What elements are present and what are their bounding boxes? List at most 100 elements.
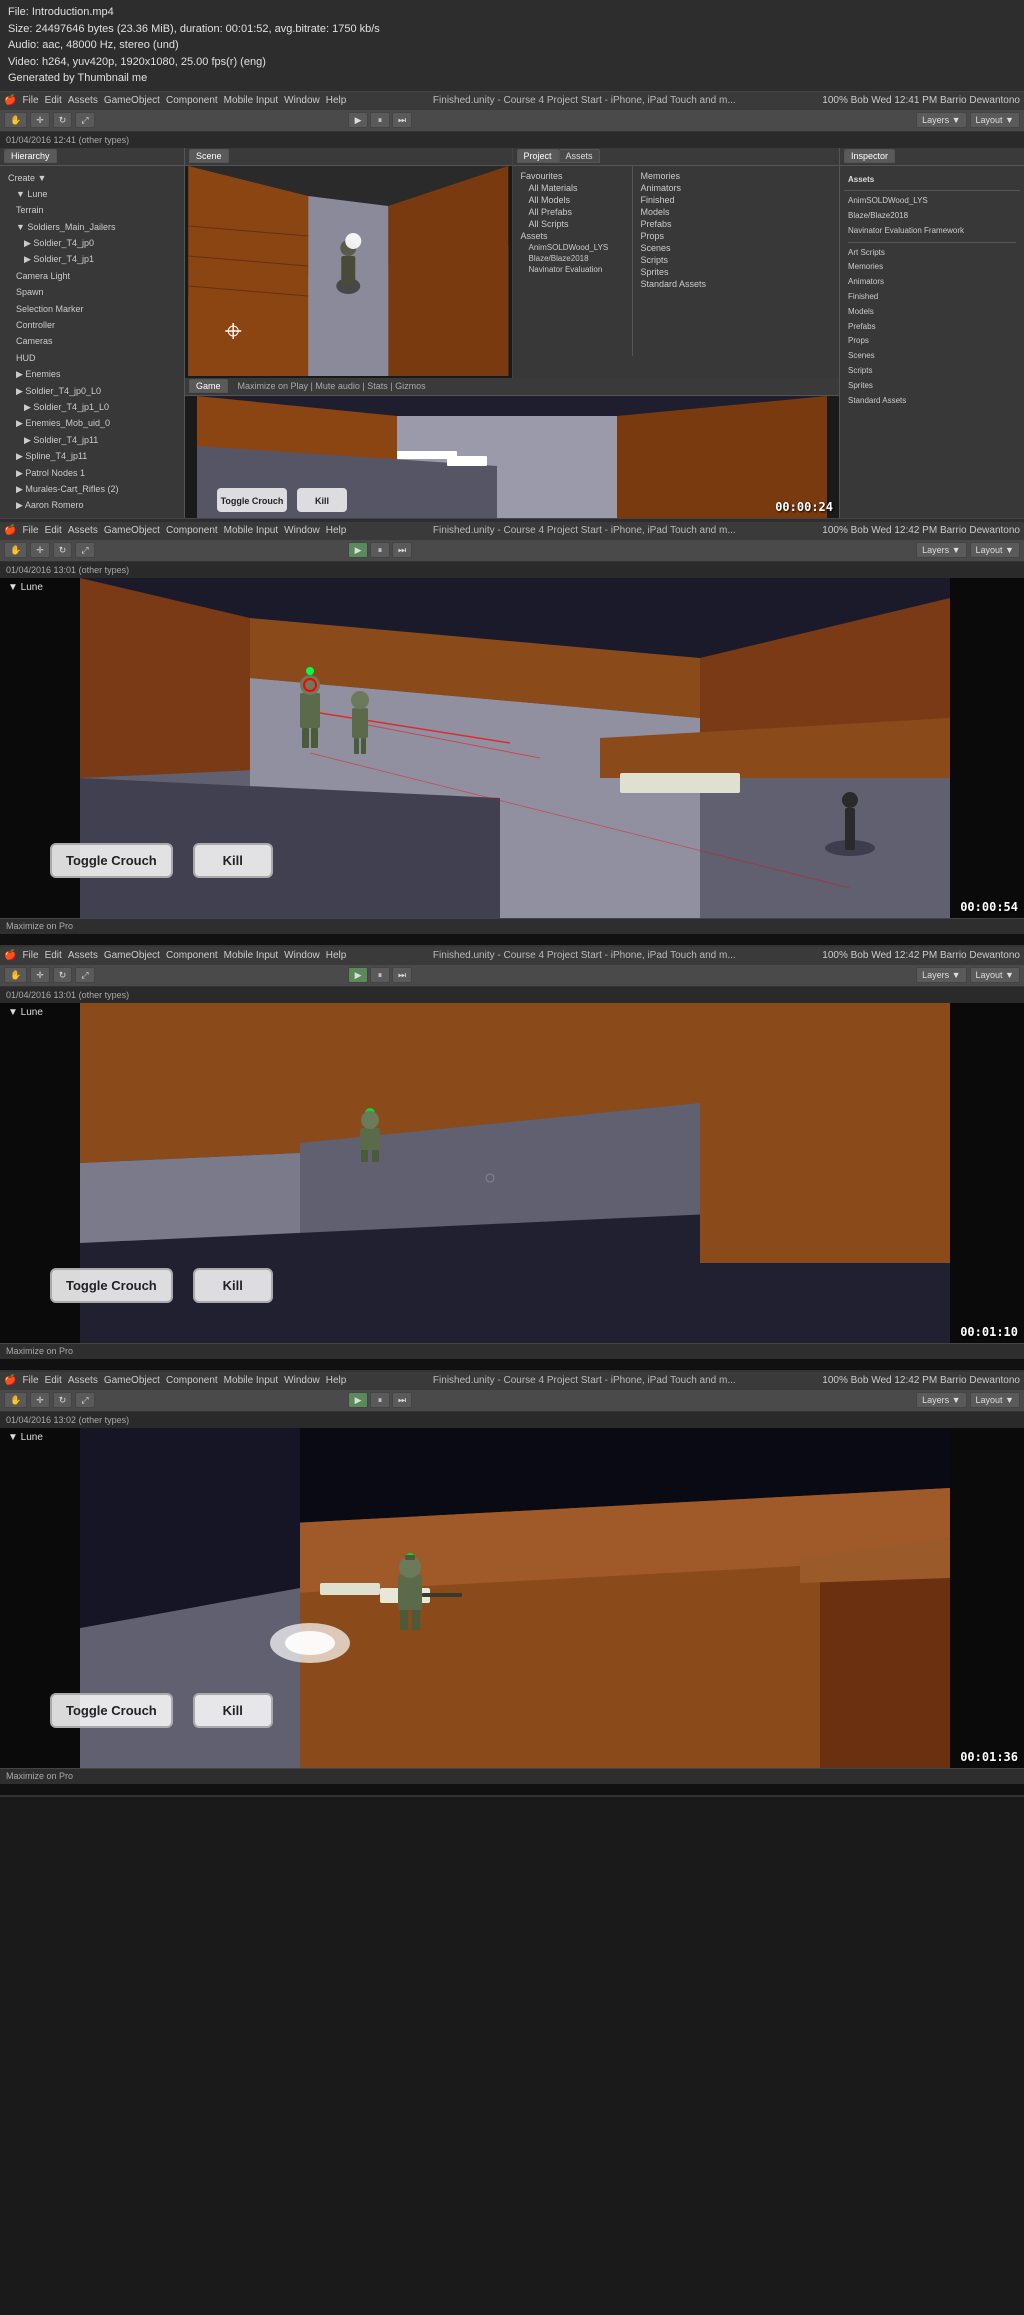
toolbar-scale-btn[interactable]: ⤢ bbox=[75, 112, 94, 128]
proj-standard[interactable]: Standard Assets bbox=[637, 278, 836, 290]
toolbar-layout-btn-4[interactable]: Layout ▼ bbox=[970, 1392, 1020, 1408]
toolbar-rotate-btn[interactable]: ↻ bbox=[53, 112, 73, 128]
toolbar-scale-btn-4[interactable]: ⤢ bbox=[75, 1392, 94, 1408]
menu-window-2[interactable]: Window bbox=[284, 525, 320, 536]
toolbar-rotate-btn-3[interactable]: ↻ bbox=[53, 967, 73, 983]
proj-favourites[interactable]: Favourites bbox=[517, 170, 628, 182]
toggle-crouch-btn-3[interactable]: Toggle Crouch bbox=[50, 1268, 173, 1303]
proj-prefabs2[interactable]: Prefabs bbox=[637, 218, 836, 230]
hierarchy-hud[interactable]: HUD bbox=[4, 350, 180, 366]
toolbar-scale-btn-2[interactable]: ⤢ bbox=[75, 542, 94, 558]
menu-gameobject[interactable]: GameObject bbox=[104, 95, 160, 106]
hierarchy-aaron[interactable]: ▶ Aaron Romero bbox=[4, 497, 180, 513]
toolbar-hand-btn-3[interactable]: ✋ bbox=[4, 967, 27, 983]
play-button-2[interactable]: ▶ bbox=[348, 542, 368, 558]
toggle-crouch-btn-2[interactable]: Toggle Crouch bbox=[50, 843, 173, 878]
toolbar-scale-btn-3[interactable]: ⤢ bbox=[75, 967, 94, 983]
menu-assets[interactable]: Assets bbox=[68, 95, 98, 106]
tab-scene[interactable]: Scene bbox=[189, 149, 229, 163]
proj-all-models[interactable]: All Models bbox=[517, 194, 628, 206]
menu-gameobject-3[interactable]: GameObject bbox=[104, 950, 160, 961]
hierarchy-patrol[interactable]: ▶ Enemies_Mob_uid_0 bbox=[4, 415, 180, 431]
menu-mobile-input-2[interactable]: Mobile Input bbox=[224, 525, 278, 536]
tab-assets-right[interactable]: Assets bbox=[559, 149, 600, 163]
hierarchy-raynav[interactable]: ▶ Spline_T4_jp11 bbox=[4, 448, 180, 464]
proj-animators[interactable]: Animators bbox=[637, 182, 836, 194]
hierarchy-soldiers[interactable]: ▼ Soldiers_Main_Jailers bbox=[4, 219, 180, 235]
menu-mobile-input-4[interactable]: Mobile Input bbox=[224, 1375, 278, 1386]
hierarchy-level[interactable]: ▼ Lune bbox=[4, 186, 180, 202]
proj-props[interactable]: Props bbox=[637, 230, 836, 242]
hierarchy-directional[interactable]: Terrain bbox=[4, 202, 180, 218]
proj-all-materials[interactable]: All Materials bbox=[517, 182, 628, 194]
proj-scenes[interactable]: Scenes bbox=[637, 242, 836, 254]
hierarchy-patrol3[interactable]: ▶ Patrol Nodes 1 bbox=[4, 465, 180, 481]
inspector-tab[interactable]: Inspector bbox=[844, 149, 895, 163]
toolbar-move-btn[interactable]: ✛ bbox=[30, 112, 50, 128]
pause-button[interactable]: ⏸ bbox=[370, 112, 390, 128]
menu-component-4[interactable]: Component bbox=[166, 1375, 218, 1386]
menu-file[interactable]: File bbox=[22, 95, 38, 106]
hierarchy-patrol2[interactable]: ▶ Soldier_T4_jp11 bbox=[4, 432, 180, 448]
hierarchy-mission[interactable]: ▶ Murales-Cart_Rifles (2) bbox=[4, 481, 180, 497]
hierarchy-soldier1[interactable]: ▶ Soldier_T4_jp0 bbox=[4, 235, 180, 251]
proj-memories[interactable]: Memories bbox=[637, 170, 836, 182]
proj-finished[interactable]: Finished bbox=[637, 194, 836, 206]
step-button-3[interactable]: ⏭ bbox=[392, 967, 412, 983]
hierarchy-cam-light[interactable]: Camera Light bbox=[4, 268, 180, 284]
pause-button-2[interactable]: ⏸ bbox=[370, 542, 390, 558]
kill-btn-4[interactable]: Kill bbox=[193, 1693, 273, 1728]
hierarchy-spawn[interactable]: Spawn bbox=[4, 284, 180, 300]
proj-all-prefabs[interactable]: All Prefabs bbox=[517, 206, 628, 218]
menu-assets-4[interactable]: Assets bbox=[68, 1375, 98, 1386]
hierarchy-cameras[interactable]: Cameras bbox=[4, 333, 180, 349]
tab-game[interactable]: Game bbox=[189, 379, 228, 393]
toolbar-hand-btn[interactable]: ✋ bbox=[4, 112, 27, 128]
hierarchy-enemies2[interactable]: ▶ Soldier_T4_jp1_L0 bbox=[4, 399, 180, 415]
menu-window-4[interactable]: Window bbox=[284, 1375, 320, 1386]
toolbar-layers-btn-3[interactable]: Layers ▼ bbox=[916, 967, 966, 983]
menu-edit[interactable]: Edit bbox=[45, 95, 62, 106]
proj-scripts2[interactable]: Scripts bbox=[637, 254, 836, 266]
toolbar-hand-btn-2[interactable]: ✋ bbox=[4, 542, 27, 558]
hierarchy-selection[interactable]: Selection Marker bbox=[4, 301, 180, 317]
proj-blaze[interactable]: Blaze/Blaze2018 bbox=[517, 253, 628, 264]
toolbar-rotate-btn-4[interactable]: ↻ bbox=[53, 1392, 73, 1408]
pause-button-3[interactable]: ⏸ bbox=[370, 967, 390, 983]
hierarchy-soldier3[interactable]: ▶ Soldier_T4_jp0_L0 bbox=[4, 383, 180, 399]
menu-component[interactable]: Component bbox=[166, 95, 218, 106]
toolbar-move-btn-4[interactable]: ✛ bbox=[30, 1392, 50, 1408]
toolbar-hand-btn-4[interactable]: ✋ bbox=[4, 1392, 27, 1408]
menu-help-3[interactable]: Help bbox=[326, 950, 347, 961]
hierarchy-tab[interactable]: Hierarchy bbox=[4, 149, 57, 163]
menu-gameobject-2[interactable]: GameObject bbox=[104, 525, 160, 536]
step-button-2[interactable]: ⏭ bbox=[392, 542, 412, 558]
hierarchy-soldier2[interactable]: ▶ Soldier_T4_jp1 bbox=[4, 251, 180, 267]
play-button-4[interactable]: ▶ bbox=[348, 1392, 368, 1408]
menu-component-3[interactable]: Component bbox=[166, 950, 218, 961]
menu-file-2[interactable]: File bbox=[22, 525, 38, 536]
toolbar-rotate-btn-2[interactable]: ↻ bbox=[53, 542, 73, 558]
toolbar-layers-btn-4[interactable]: Layers ▼ bbox=[916, 1392, 966, 1408]
toggle-crouch-btn-4[interactable]: Toggle Crouch bbox=[50, 1693, 173, 1728]
pause-button-4[interactable]: ⏸ bbox=[370, 1392, 390, 1408]
toolbar-layout-btn[interactable]: Layout ▼ bbox=[970, 112, 1020, 128]
menu-mobile-input[interactable]: Mobile Input bbox=[224, 95, 278, 106]
kill-btn-3[interactable]: Kill bbox=[193, 1268, 273, 1303]
hierarchy-controller[interactable]: Controller bbox=[4, 317, 180, 333]
proj-models[interactable]: Models bbox=[637, 206, 836, 218]
play-button-3[interactable]: ▶ bbox=[348, 967, 368, 983]
menu-mobile-input-3[interactable]: Mobile Input bbox=[224, 950, 278, 961]
toolbar-layers-btn[interactable]: Layers ▼ bbox=[916, 112, 966, 128]
proj-nav[interactable]: Navinator Evaluation bbox=[517, 264, 628, 275]
hierarchy-create[interactable]: Create ▼ bbox=[4, 170, 180, 186]
menu-edit-2[interactable]: Edit bbox=[45, 525, 62, 536]
menu-assets-2[interactable]: Assets bbox=[68, 525, 98, 536]
proj-assets[interactable]: Assets bbox=[517, 230, 628, 242]
menu-window-3[interactable]: Window bbox=[284, 950, 320, 961]
menu-file-3[interactable]: File bbox=[22, 950, 38, 961]
menu-gameobject-4[interactable]: GameObject bbox=[104, 1375, 160, 1386]
kill-btn-2[interactable]: Kill bbox=[193, 843, 273, 878]
step-button[interactable]: ⏭ bbox=[392, 112, 412, 128]
proj-animsold[interactable]: AnimSOLDWood_LYS bbox=[517, 242, 628, 253]
